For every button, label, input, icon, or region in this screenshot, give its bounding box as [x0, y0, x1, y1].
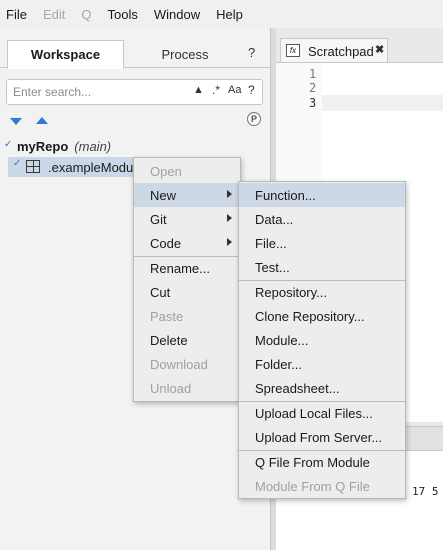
- submenu-item-test[interactable]: Test...: [239, 255, 405, 279]
- menu-item-new-label: New: [150, 187, 177, 203]
- menu-item-new[interactable]: New: [134, 183, 240, 207]
- submenu-item-module[interactable]: Module...: [239, 328, 405, 352]
- submenu-item-q-file-from-module[interactable]: Q File From Module: [239, 450, 405, 474]
- module-expand-chevron-icon[interactable]: ✓: [13, 158, 21, 169]
- menu-window[interactable]: Window: [148, 7, 206, 22]
- menu-bar: File Edit Q Tools Window Help: [0, 0, 443, 28]
- submenu-item-file[interactable]: File...: [239, 231, 405, 255]
- menu-item-code[interactable]: Code: [134, 231, 240, 255]
- close-icon[interactable]: ✖: [375, 43, 384, 56]
- tab-workspace[interactable]: Workspace: [7, 40, 124, 69]
- search-input[interactable]: [13, 82, 183, 102]
- repo-branch: (main): [74, 139, 112, 154]
- menu-item-git-label: Git: [150, 211, 167, 227]
- submenu-item-module-from-q-file[interactable]: Module From Q File: [239, 474, 405, 498]
- panel-help-button[interactable]: ?: [248, 45, 255, 60]
- menu-item-download[interactable]: Download: [134, 352, 240, 376]
- regex-toggle[interactable]: .*: [212, 83, 220, 97]
- menu-item-git[interactable]: Git: [134, 207, 240, 231]
- menu-item-delete[interactable]: Delete: [134, 328, 240, 352]
- repo-name: myRepo: [17, 139, 69, 154]
- submenu-item-upload-local-files[interactable]: Upload Local Files...: [239, 401, 405, 425]
- tab-process[interactable]: Process: [126, 40, 244, 69]
- menu-q[interactable]: Q: [75, 7, 97, 22]
- menu-file[interactable]: File: [0, 7, 33, 22]
- menu-item-open[interactable]: Open: [134, 159, 240, 183]
- output-text: 17 5: [412, 485, 439, 498]
- tree-repo[interactable]: myRepo (main): [17, 139, 111, 154]
- submenu-item-repository[interactable]: Repository...: [239, 280, 405, 304]
- expand-all-icon[interactable]: [10, 118, 22, 125]
- current-line-highlight: [322, 95, 443, 111]
- submenu-item-folder[interactable]: Folder...: [239, 352, 405, 376]
- line-number: 1: [309, 67, 317, 81]
- panel-tab-strip: Workspace Process: [0, 40, 270, 69]
- menu-edit[interactable]: Edit: [37, 7, 71, 22]
- new-submenu: Function... Data... File... Test... Repo…: [238, 181, 406, 499]
- menu-tools[interactable]: Tools: [101, 7, 143, 22]
- fx-icon: fx: [286, 44, 300, 57]
- submenu-item-data[interactable]: Data...: [239, 207, 405, 231]
- submenu-arrow-icon: [227, 238, 232, 246]
- menu-item-unload[interactable]: Unload: [134, 376, 240, 400]
- submenu-item-spreadsheet[interactable]: Spreadsheet...: [239, 376, 405, 400]
- p-badge-icon[interactable]: P: [247, 112, 261, 126]
- module-label: .exampleModule: [48, 160, 144, 175]
- search-help-button[interactable]: ?: [248, 83, 255, 97]
- menu-item-rename[interactable]: Rename...: [134, 256, 240, 280]
- line-number: 3: [309, 96, 317, 110]
- search-box: ▲︎ .* Aa ?: [6, 79, 263, 105]
- context-menu: Open New Git Code Rename... Cut Paste De…: [133, 157, 241, 402]
- scratchpad-tab-label: Scratchpad: [308, 44, 374, 59]
- submenu-arrow-icon: [227, 214, 232, 222]
- updown-stepper-icon[interactable]: ▲︎: [193, 84, 204, 96]
- menu-item-code-label: Code: [150, 235, 182, 251]
- submenu-arrow-icon: [227, 190, 232, 198]
- menu-help[interactable]: Help: [210, 7, 249, 22]
- match-case-toggle[interactable]: Aa: [228, 84, 241, 96]
- submenu-item-upload-from-server[interactable]: Upload From Server...: [239, 425, 405, 449]
- menu-item-cut[interactable]: Cut: [134, 280, 240, 304]
- menu-item-paste[interactable]: Paste: [134, 304, 240, 328]
- collapse-all-icon[interactable]: [36, 117, 48, 124]
- tab-scratchpad[interactable]: fx Scratchpad ✖: [280, 38, 388, 62]
- repo-expand-chevron-icon[interactable]: ✓: [4, 139, 12, 150]
- line-number: 2: [309, 81, 317, 95]
- submenu-item-function[interactable]: Function...: [239, 183, 405, 207]
- submenu-item-clone-repository[interactable]: Clone Repository...: [239, 304, 405, 328]
- module-grid-icon: [26, 160, 40, 173]
